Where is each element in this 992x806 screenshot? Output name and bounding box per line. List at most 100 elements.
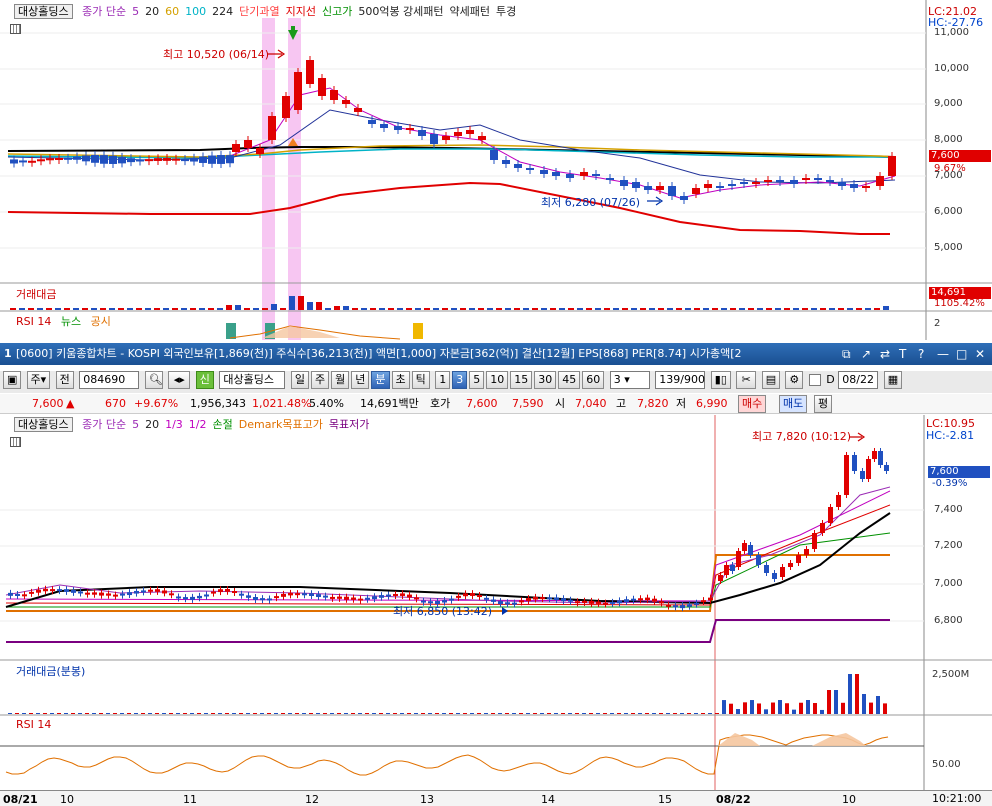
new-badge[interactable]: 신 (195, 371, 214, 389)
bottom-candle-body (337, 596, 342, 599)
prev-select-button[interactable]: 전 (55, 371, 74, 389)
top-volume-bar (361, 308, 367, 310)
period-button[interactable]: 년 (351, 371, 370, 389)
link-icon[interactable]: ⇄ (880, 343, 890, 365)
top-stock-name[interactable]: 대상홀딩스 (14, 4, 73, 19)
bottom-volume-bar (15, 713, 19, 714)
top-indicator-item[interactable]: 20 (145, 5, 159, 18)
period-button[interactable]: 주 (311, 371, 330, 389)
top-indicator-item[interactable]: 신고가 (322, 5, 352, 18)
grid-icon[interactable] (10, 24, 21, 34)
news-label[interactable]: 뉴스 (61, 315, 81, 328)
top-volume-bar (55, 308, 61, 310)
bottom-indicator-item[interactable]: Demark목표고가 (239, 418, 323, 431)
period-button[interactable]: 분 (371, 371, 390, 389)
eval-button[interactable]: 평 (814, 395, 833, 413)
bottom-indicator-item[interactable]: 1/3 (165, 418, 183, 431)
top-volume-bar (379, 308, 385, 310)
top-volume-bar (703, 308, 709, 310)
minute-button[interactable]: 1 (435, 371, 451, 389)
search-icon[interactable]: 🔍︎ (144, 371, 163, 389)
minute-button[interactable]: 30 (534, 371, 557, 389)
top-indicator-item[interactable]: 단기과열 (239, 5, 279, 18)
bottom-price-chart[interactable] (0, 415, 992, 790)
top-indicator-item[interactable]: 500억봉 강세패턴 (358, 5, 443, 18)
candle-body (442, 136, 450, 140)
top-volume-bar (748, 308, 754, 310)
text-icon[interactable]: T (899, 343, 906, 365)
grid-icon[interactable] (10, 437, 21, 447)
date-checkbox[interactable] (808, 374, 821, 386)
save-icon[interactable]: ▤ (761, 371, 780, 389)
minute-button[interactable]: 45 (558, 371, 581, 389)
market-select[interactable]: 주▾ (26, 371, 51, 389)
top-volume-bar (856, 308, 862, 310)
close-icon[interactable]: ✕ (975, 343, 985, 365)
minute-button[interactable]: 10 (486, 371, 509, 389)
bottom-indicator-item[interactable]: 손절 (213, 418, 233, 431)
stock-name-field[interactable]: 대상홀딩스 (219, 371, 286, 389)
buy-button[interactable]: 매수 (738, 395, 767, 413)
stock-code-input[interactable]: 084690 (79, 371, 140, 389)
candle-body (826, 180, 834, 182)
top-indicator-item[interactable]: 224 (212, 5, 233, 18)
top-indicator-item[interactable]: 약세패턴 (450, 5, 490, 18)
quote-price: 7,600 (32, 397, 64, 410)
period-button[interactable]: 초 (391, 371, 410, 389)
top-indicator-item[interactable]: 100 (185, 5, 206, 18)
top-indicator-item[interactable]: 지지선 (286, 5, 316, 18)
period-button[interactable]: 월 (331, 371, 350, 389)
candle-icon[interactable]: ▮▯ (710, 371, 731, 389)
bottom-volume-bar (344, 713, 348, 714)
bottom-volume-bar (827, 690, 831, 714)
minute-button[interactable]: 3 (452, 371, 468, 389)
bottom-indicator-item[interactable]: 목표저가 (329, 418, 369, 431)
quote-bid: 7,590 (512, 397, 544, 410)
bottom-indicator-item[interactable]: 종가 단순 (82, 418, 126, 431)
maximize-icon[interactable]: □ (956, 343, 967, 365)
bottom-candle-body (708, 597, 713, 601)
minute-button[interactable]: 5 (469, 371, 485, 389)
bottom-stock-name[interactable]: 대상홀딩스 (14, 417, 73, 432)
top-indicator-item[interactable]: 5 (132, 5, 139, 18)
top-volume-label: 거래대금 (16, 288, 57, 301)
top-price-chart[interactable] (0, 0, 992, 340)
speaker-icon[interactable]: ◂▸ (168, 371, 191, 389)
period-button[interactable]: 일 (290, 371, 310, 389)
minute-button[interactable]: 15 (510, 371, 533, 389)
bottom-candle-body (351, 597, 356, 600)
period-button[interactable]: 틱 (411, 371, 430, 389)
top-indicator-item[interactable]: 투경 (496, 5, 516, 18)
pin-icon[interactable]: ↗ (861, 343, 871, 365)
bottom-volume-bar (687, 713, 691, 714)
tool-icon[interactable]: ✂ (736, 371, 757, 389)
bottom-volume-bar (799, 702, 803, 714)
minimize-icon[interactable]: — (937, 343, 949, 365)
window-title-bar[interactable]: 1 [0600] 키움종합차트 - KOSPI 외국인보유[1,869(천)] … (0, 343, 992, 365)
count-stepper[interactable]: 3 ▾ (609, 371, 650, 389)
top-indicator-item[interactable]: 종가 단순 (82, 5, 126, 18)
top-volume-bar (505, 308, 511, 310)
date-field[interactable]: 08/22 (838, 371, 879, 389)
minute-button[interactable]: 60 (582, 371, 605, 389)
candle-body (838, 182, 846, 186)
disclosure-label[interactable]: 공시 (91, 315, 111, 328)
candle-body (704, 184, 712, 188)
top-rsi-label: RSI 14 (16, 315, 52, 328)
gear-icon[interactable]: ⚙ (785, 371, 804, 389)
top-indicator-item[interactable]: 60 (165, 5, 179, 18)
calendar-icon[interactable]: ▦ (883, 371, 902, 389)
top-volume-bar (226, 305, 232, 310)
candle-body (454, 132, 462, 136)
sell-button[interactable]: 매도 (779, 395, 808, 413)
range-field[interactable]: 139/900 (655, 371, 706, 389)
restore-icon[interactable]: ⧉ (842, 343, 851, 365)
candle-body (850, 184, 858, 188)
bottom-indicator-item[interactable]: 1/2 (189, 418, 207, 431)
candle-body (802, 178, 810, 180)
bottom-indicator-item[interactable]: 20 (145, 418, 159, 431)
top-volume-bar (280, 308, 286, 310)
help-icon[interactable]: ? (918, 343, 924, 365)
bottom-indicator-item[interactable]: 5 (132, 418, 139, 431)
chart-type-icon[interactable]: ▣ (3, 371, 21, 389)
